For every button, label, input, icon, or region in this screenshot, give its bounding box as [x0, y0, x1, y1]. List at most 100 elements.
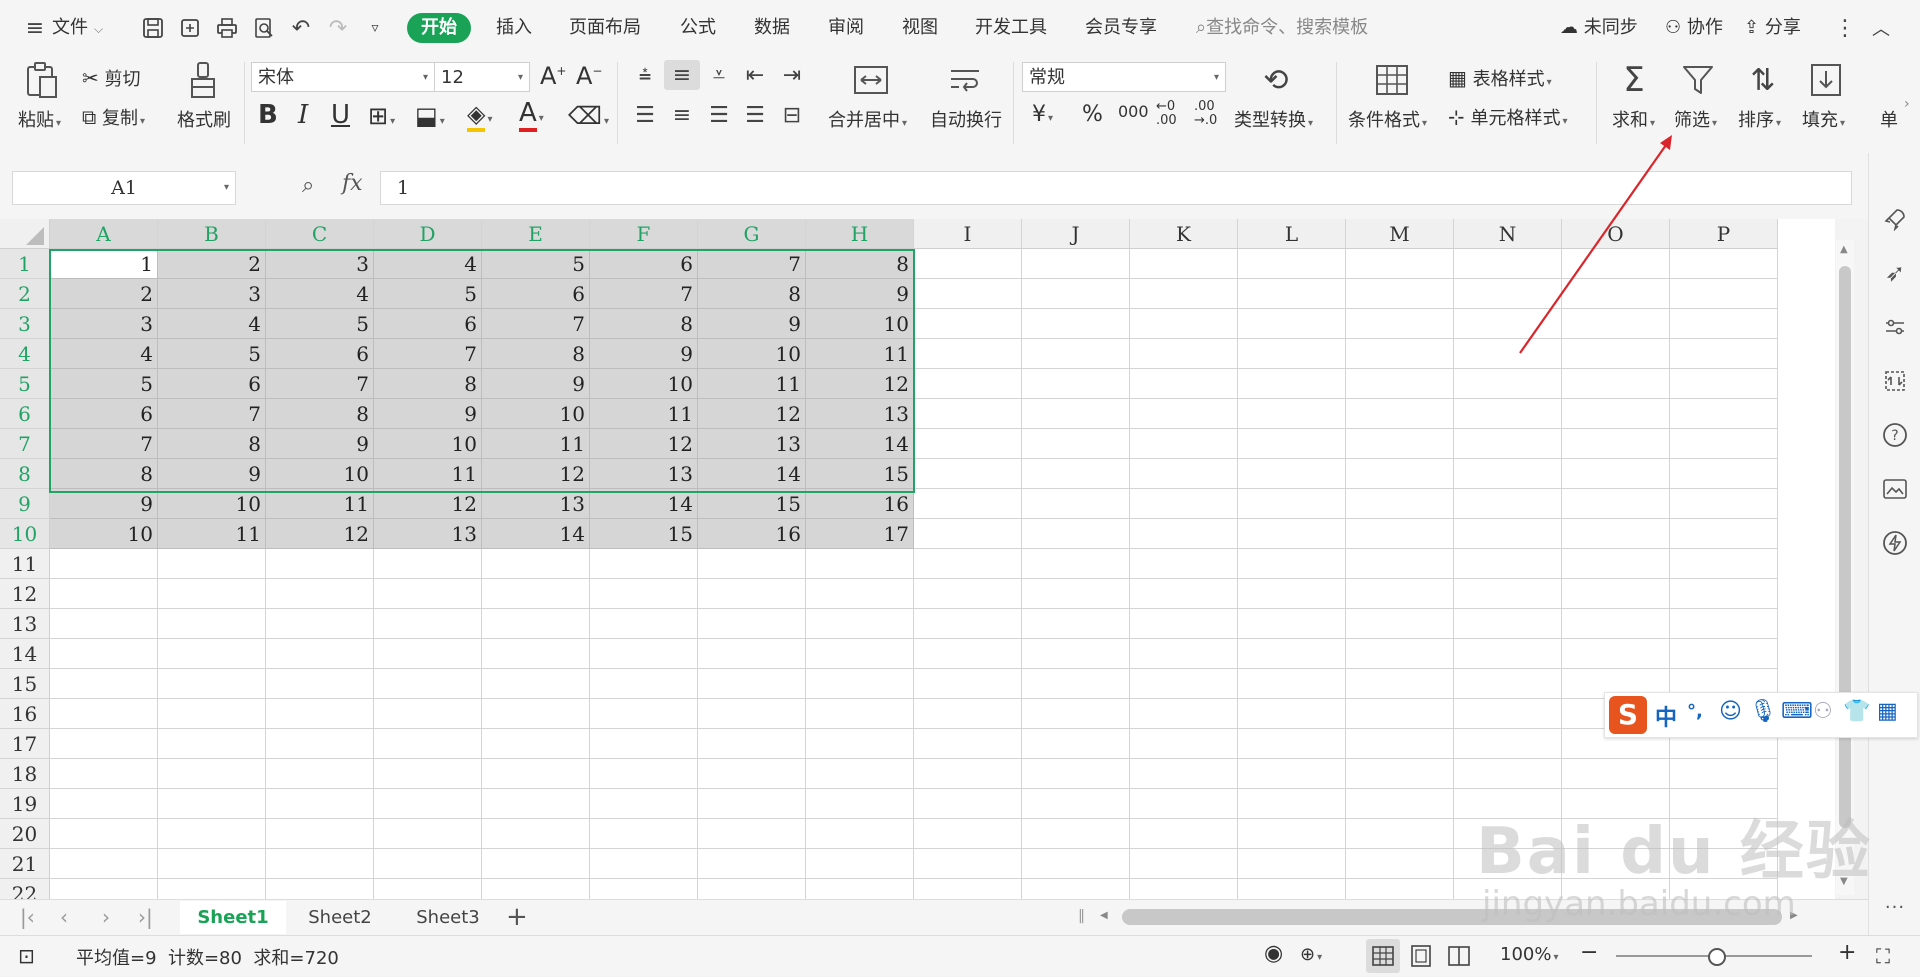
first-sheet-icon[interactable]: |‹	[20, 905, 35, 929]
cell-e8[interactable]: 12	[482, 459, 590, 489]
row-header-18[interactable]: 18	[0, 759, 50, 789]
tab-insert[interactable]: 插入	[496, 13, 532, 43]
row-header-17[interactable]: 17	[0, 729, 50, 759]
increase-decimal-icon[interactable]: ←0.00	[1156, 100, 1177, 128]
cell-a9[interactable]: 9	[50, 489, 158, 519]
more-panel-icon[interactable]: ···	[1881, 893, 1909, 921]
rocket-icon[interactable]	[1881, 205, 1909, 233]
fill-button[interactable]: 填充 ▾	[1802, 106, 1845, 132]
cell-f1[interactable]: 6	[590, 249, 698, 279]
cell-e6[interactable]: 10	[482, 399, 590, 429]
vertical-scrollbar-thumb[interactable]	[1839, 266, 1851, 828]
zoom-slider-thumb[interactable]	[1708, 948, 1726, 966]
row-header-6[interactable]: 6	[0, 399, 50, 429]
row-header-12[interactable]: 12	[0, 579, 50, 609]
cell-a10[interactable]: 10	[50, 519, 158, 549]
sort-icon[interactable]: ⇅	[1743, 60, 1783, 100]
cell-b3[interactable]: 4	[158, 309, 266, 339]
currency-icon[interactable]: ¥ ▾	[1032, 102, 1053, 127]
cell-c2[interactable]: 4	[266, 279, 374, 309]
cell-e7[interactable]: 11	[482, 429, 590, 459]
highlight-icon[interactable]: ◈ ▾	[467, 100, 493, 132]
command-search[interactable]: ⌕查找命令、搜索模板	[1196, 13, 1368, 43]
column-header-b[interactable]: B	[158, 219, 266, 249]
cell-e2[interactable]: 6	[482, 279, 590, 309]
column-header-j[interactable]: J	[1022, 219, 1130, 249]
cell-h1[interactable]: 8	[806, 249, 914, 279]
cell-a6[interactable]: 6	[50, 399, 158, 429]
cell-c5[interactable]: 7	[266, 369, 374, 399]
sort-button[interactable]: 排序 ▾	[1738, 106, 1781, 132]
row-header-15[interactable]: 15	[0, 669, 50, 699]
normal-view-button[interactable]	[1366, 939, 1400, 973]
cell-a2[interactable]: 2	[50, 279, 158, 309]
cell-b10[interactable]: 11	[158, 519, 266, 549]
emoji-icon[interactable]: ☺	[1719, 699, 1742, 724]
redo-icon[interactable]: ↷	[323, 13, 353, 43]
cell-g4[interactable]: 10	[698, 339, 806, 369]
row-header-1[interactable]: 1	[0, 249, 50, 279]
cell-c6[interactable]: 8	[266, 399, 374, 429]
tab-home[interactable]: 开始	[407, 13, 471, 43]
cell-d1[interactable]: 4	[374, 249, 482, 279]
prev-sheet-icon[interactable]: ‹	[60, 905, 68, 929]
align-center-icon[interactable]: ≡	[667, 100, 697, 130]
cell-d8[interactable]: 11	[374, 459, 482, 489]
cell-d10[interactable]: 13	[374, 519, 482, 549]
align-bottom-icon[interactable]: ⩡	[704, 60, 734, 90]
help-icon[interactable]: ?	[1881, 421, 1909, 449]
zoom-in-icon[interactable]: +	[1838, 940, 1856, 965]
row-header-14[interactable]: 14	[0, 639, 50, 669]
cell-b4[interactable]: 5	[158, 339, 266, 369]
cell-b7[interactable]: 8	[158, 429, 266, 459]
cell-e5[interactable]: 9	[482, 369, 590, 399]
row-header-4[interactable]: 4	[0, 339, 50, 369]
row-header-19[interactable]: 19	[0, 789, 50, 819]
row-header-22[interactable]: 22	[0, 879, 50, 899]
zoom-formula-icon[interactable]: ⌕	[302, 173, 314, 198]
sheet-tab-2[interactable]: Sheet2	[286, 901, 394, 934]
justify-icon[interactable]: ☰	[740, 100, 770, 130]
cell-g8[interactable]: 14	[698, 459, 806, 489]
paste-button[interactable]: 粘贴 ▾	[18, 106, 61, 132]
paste-icon[interactable]	[22, 60, 62, 100]
italic-icon[interactable]: I	[298, 100, 308, 130]
indent-icon[interactable]: ⇥	[777, 60, 807, 90]
type-convert-button[interactable]: 类型转换 ▾	[1234, 106, 1313, 132]
sheet-tab-3[interactable]: Sheet3	[394, 901, 502, 934]
cell-f2[interactable]: 7	[590, 279, 698, 309]
column-header-a[interactable]: A	[50, 219, 158, 249]
wrap-text-icon[interactable]	[945, 60, 985, 100]
tab-developer[interactable]: 开发工具	[975, 13, 1047, 43]
hamburger-icon[interactable]: ≡	[20, 13, 50, 43]
cell-a4[interactable]: 4	[50, 339, 158, 369]
row-header-8[interactable]: 8	[0, 459, 50, 489]
scroll-left-icon[interactable]: ◀	[1100, 910, 1108, 921]
cell-e1[interactable]: 5	[482, 249, 590, 279]
skin-icon[interactable]: 👕	[1843, 699, 1870, 724]
column-header-e[interactable]: E	[482, 219, 590, 249]
print-preview-icon[interactable]	[249, 13, 279, 43]
decrease-decimal-icon[interactable]: .00 →.0	[1194, 100, 1217, 128]
align-right-icon[interactable]: ☰	[704, 100, 734, 130]
cell-a5[interactable]: 5	[50, 369, 158, 399]
cell-c10[interactable]: 12	[266, 519, 374, 549]
save-icon[interactable]	[138, 13, 168, 43]
fill-color-icon[interactable]: ⬓ ▾	[415, 102, 445, 130]
page-layout-view-button[interactable]	[1404, 939, 1438, 973]
cell-h2[interactable]: 9	[806, 279, 914, 309]
undo-icon[interactable]: ↶	[286, 13, 316, 43]
sum-button[interactable]: 求和 ▾	[1612, 106, 1655, 132]
cell-f5[interactable]: 10	[590, 369, 698, 399]
cell-f10[interactable]: 15	[590, 519, 698, 549]
cell-f8[interactable]: 13	[590, 459, 698, 489]
align-left-icon[interactable]: ☰	[630, 100, 660, 130]
cell-g7[interactable]: 13	[698, 429, 806, 459]
cell-c3[interactable]: 5	[266, 309, 374, 339]
select-cursor-icon[interactable]: ➶	[1881, 259, 1909, 287]
distributed-icon[interactable]: ⊟	[777, 100, 807, 130]
format-painter-icon[interactable]	[183, 60, 223, 100]
cell-a1[interactable]: 1	[50, 249, 158, 279]
cut-button[interactable]: ✂ 剪切	[82, 65, 141, 91]
ribbon-scroll-right-icon[interactable]: ›	[1904, 96, 1910, 112]
